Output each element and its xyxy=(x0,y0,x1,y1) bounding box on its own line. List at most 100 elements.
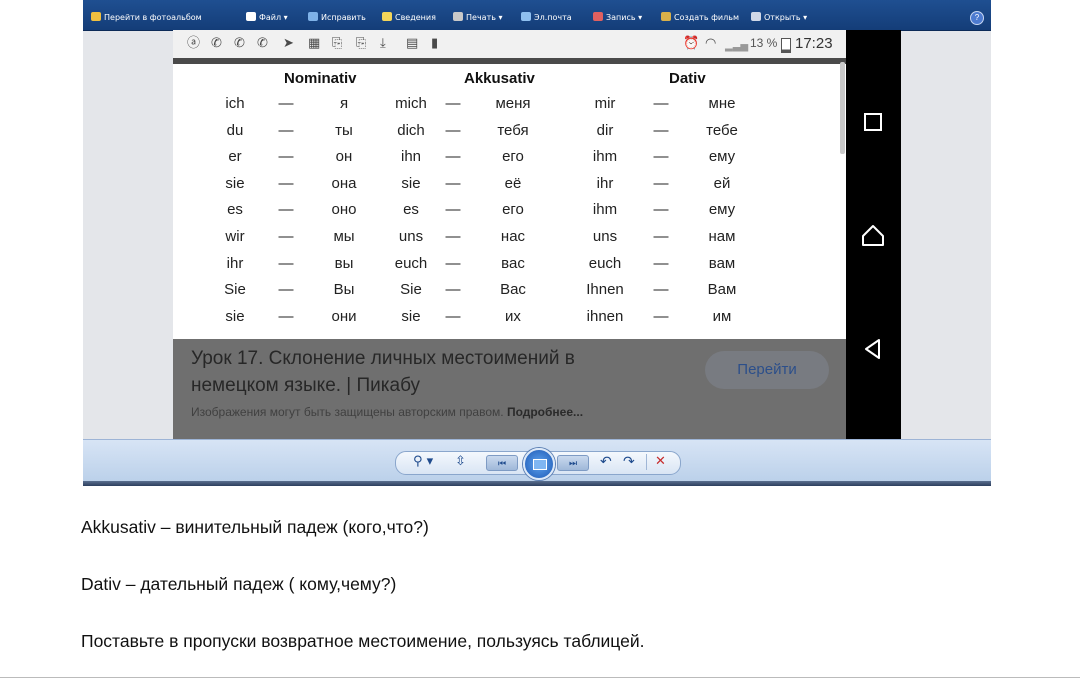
alarm-icon: ⏰ xyxy=(683,36,700,51)
table-cell: оно xyxy=(331,201,357,219)
table-cell: мне xyxy=(708,95,736,112)
menu-item-3[interactable]: Сведения xyxy=(382,11,436,25)
square-icon[interactable] xyxy=(861,110,885,134)
table-cell: ей xyxy=(713,174,731,192)
table-cell: Вас xyxy=(500,281,526,299)
pronoun-table: Nominativ Akkusativ Dativ ich — я mich — меня… xyxy=(173,64,846,339)
dash: — xyxy=(445,201,461,219)
table-cell: его xyxy=(502,201,524,219)
header-akkusativ: Akkusativ xyxy=(464,70,535,87)
dativ-definition: Dativ – дательный падеж ( кому,чему?) xyxy=(81,574,397,594)
more-link[interactable]: Подробнее... xyxy=(507,405,583,419)
table-cell: dir xyxy=(596,121,614,139)
dash: — xyxy=(653,307,669,325)
menu-item-icon xyxy=(593,12,603,21)
table-cell: ты xyxy=(335,121,353,139)
dash: — xyxy=(278,121,294,139)
dash: — xyxy=(278,254,294,272)
table-cell: меня xyxy=(495,95,531,112)
next-icon[interactable]: ⏭ xyxy=(557,455,589,471)
menu-item-label: Исправить xyxy=(321,13,366,22)
fit-icon[interactable]: ⇳ xyxy=(455,454,466,470)
table-cell: ihr xyxy=(596,174,614,192)
dash: — xyxy=(278,148,294,166)
menu-item-icon xyxy=(91,12,101,21)
table-cell: Вы xyxy=(333,281,355,299)
result-title[interactable]: Урок 17. Склонение личных местоимений в … xyxy=(191,345,661,399)
android-nav-bar xyxy=(846,30,901,439)
menu-item-label: Создать фильм xyxy=(674,13,739,22)
table-cell: она xyxy=(331,174,357,192)
notification-icon: ➤ xyxy=(283,36,294,51)
slideshow-icon xyxy=(533,459,547,470)
dash: — xyxy=(653,148,669,166)
home-icon[interactable] xyxy=(861,223,885,247)
menu-item-6[interactable]: Запись ▾ xyxy=(593,11,642,25)
goto-button[interactable]: Перейти xyxy=(705,351,829,389)
menu-item-2[interactable]: Исправить xyxy=(308,11,366,25)
dash: — xyxy=(278,228,294,245)
windows-taskbar xyxy=(83,481,991,486)
menu-item-0[interactable]: Перейти в фотоальбом xyxy=(91,11,202,25)
menu-item-7[interactable]: Создать фильм xyxy=(661,11,739,25)
back-icon[interactable] xyxy=(861,337,885,361)
slideshow-button[interactable] xyxy=(523,448,555,480)
notification-icon: ▤ xyxy=(406,36,419,51)
battery-icon xyxy=(781,38,791,53)
dash: — xyxy=(445,228,461,245)
phone-screen: ⓐ ✆ ✆ ✆ ➤ ▦ ⎘ ⎘ ⤓ ▤ ▮ ⏰ ◠ ▂▃▅ 13 % 17:23 Nominativ… xyxy=(173,30,846,439)
dash: — xyxy=(445,254,461,272)
table-cell: Вам xyxy=(707,281,737,299)
akkusativ-definition: Akkusativ – винительный падеж (кого,что?… xyxy=(81,517,429,537)
menu-item-5[interactable]: Эл.почта xyxy=(521,11,572,25)
help-icon[interactable]: ? xyxy=(970,11,984,25)
dash: — xyxy=(653,201,669,219)
search-result-panel: Урок 17. Склонение личных местоимений в … xyxy=(173,339,846,439)
menu-item-label: Перейти в фотоальбом xyxy=(104,13,202,22)
copyright-notice: Изображения могут быть защищены авторски… xyxy=(191,405,583,419)
table-cell: вас xyxy=(501,254,525,272)
table-cell: вы xyxy=(334,254,354,272)
menu-item-icon xyxy=(308,12,318,21)
rotate-ccw-icon[interactable]: ↶ xyxy=(600,454,612,470)
table-cell: ему xyxy=(708,148,736,166)
menu-item-1[interactable]: Файл ▾ xyxy=(246,11,288,25)
table-cell: Ihnen xyxy=(586,281,624,299)
dash: — xyxy=(653,254,669,272)
delete-icon[interactable]: ✕ xyxy=(655,454,666,470)
table-cell: mir xyxy=(594,95,616,112)
table-cell: их xyxy=(505,307,521,325)
table-cell: вам xyxy=(708,254,736,272)
menu-item-label: Открыть ▾ xyxy=(764,13,808,22)
table-cell: нас xyxy=(500,228,526,245)
dash: — xyxy=(445,121,461,139)
dash: — xyxy=(445,281,461,299)
rotate-cw-icon[interactable]: ↷ xyxy=(623,454,635,470)
menu-item-label: Печать ▾ xyxy=(466,13,503,22)
table-cell: uns xyxy=(592,228,618,245)
table-cell: ihm xyxy=(592,201,618,219)
screenshot-image: Перейти в фотоальбом Файл ▾ Исправить Сведе… xyxy=(83,0,991,486)
copyright-text: Изображения могут быть защищены авторски… xyxy=(191,405,504,419)
dash: — xyxy=(278,95,294,112)
menu-item-label: Эл.почта xyxy=(534,13,572,22)
notification-icon: ⤓ xyxy=(380,36,386,51)
zoom-icon[interactable]: ⚲ ▾ xyxy=(413,454,433,470)
status-clock: 17:23 xyxy=(795,35,833,52)
menu-item-8[interactable]: Открыть ▾ xyxy=(751,11,807,25)
menu-item-icon xyxy=(382,12,392,21)
dash: — xyxy=(653,228,669,245)
menu-item-4[interactable]: Печать ▾ xyxy=(453,11,503,25)
scrollbar-thumb[interactable] xyxy=(840,62,845,154)
dash: — xyxy=(278,307,294,325)
menu-item-label: Сведения xyxy=(395,13,436,22)
notification-icon: ✆ xyxy=(234,36,245,51)
signal-icon: ▂▃▅ xyxy=(725,41,749,52)
menu-item-icon xyxy=(521,12,531,21)
table-cell: нам xyxy=(708,228,736,245)
table-cell: я xyxy=(339,95,349,112)
menu-item-icon xyxy=(661,12,671,21)
dash: — xyxy=(445,307,461,325)
previous-icon[interactable]: ⏮ xyxy=(486,455,518,471)
table-cell: ihm xyxy=(592,148,618,166)
